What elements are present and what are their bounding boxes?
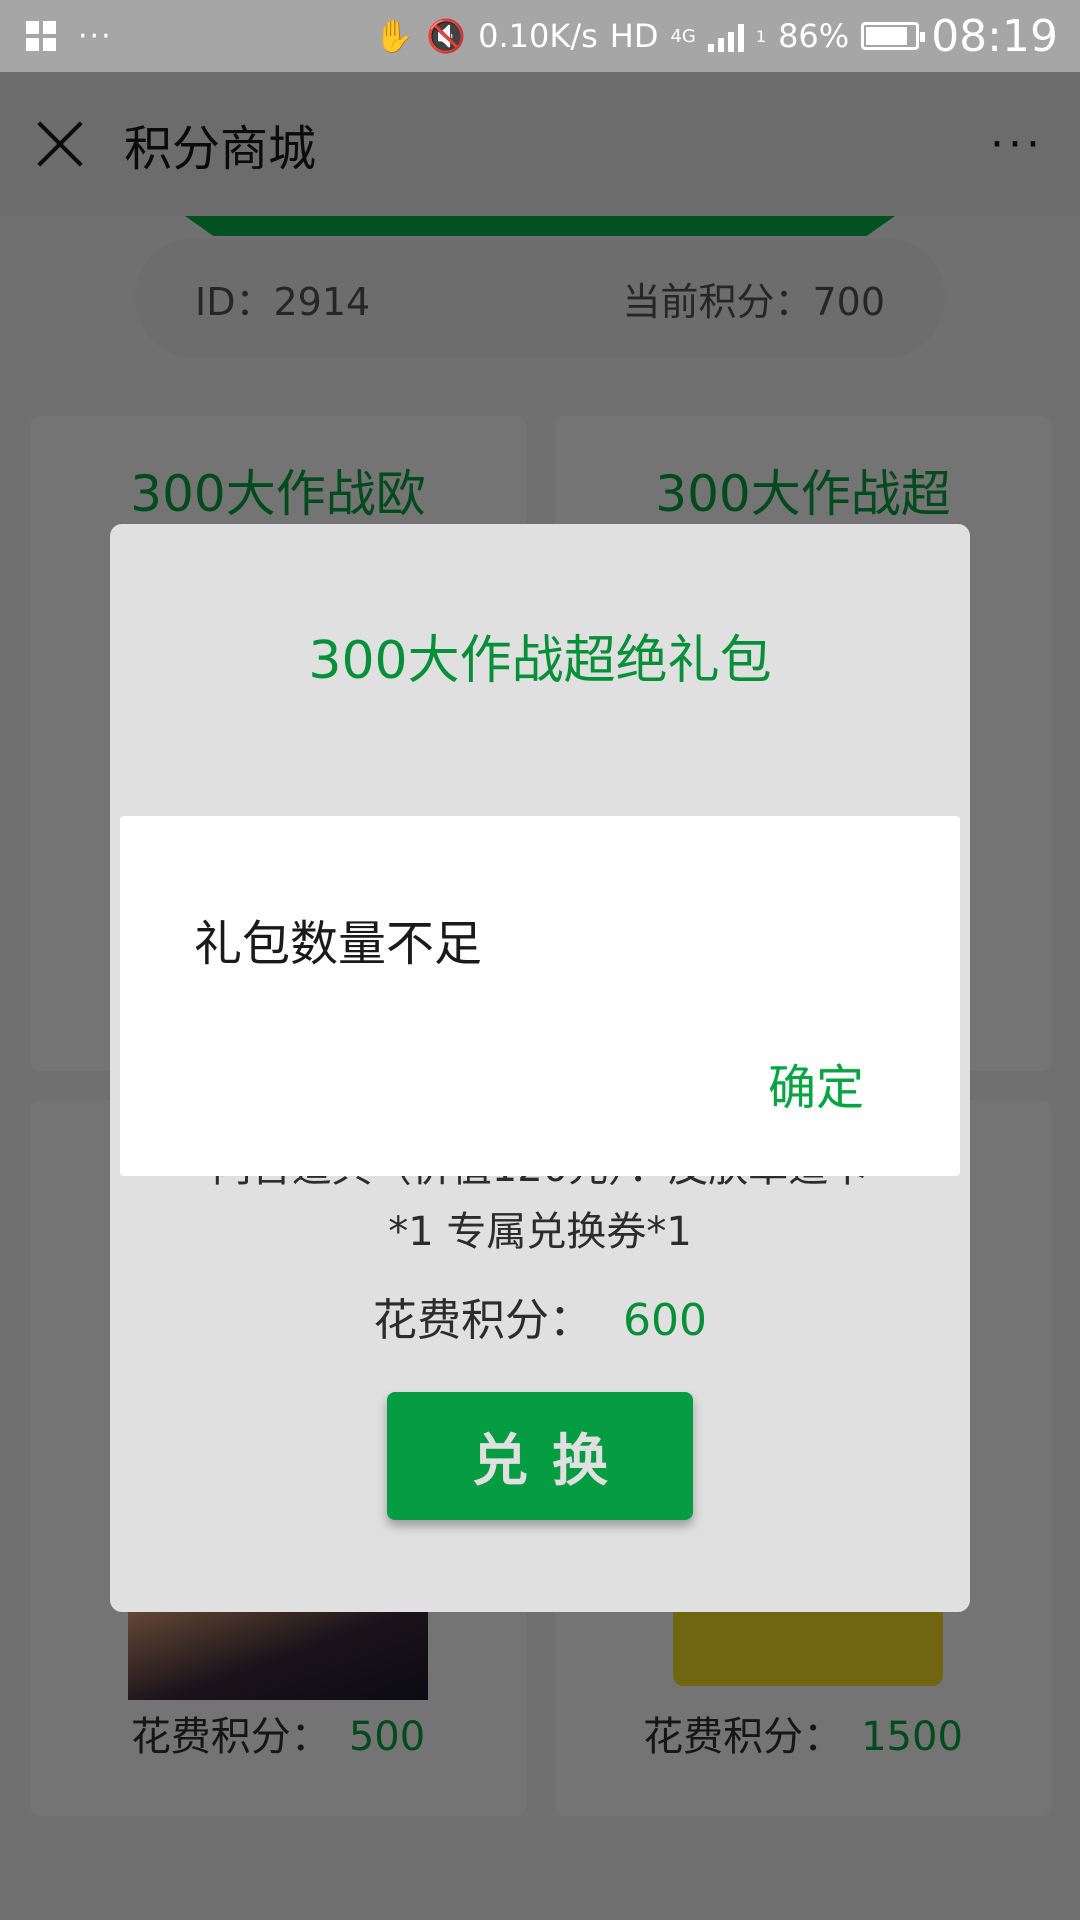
sim-slot: 1	[755, 26, 767, 46]
alert-message: 礼包数量不足	[194, 916, 483, 972]
gift-cost: 花费积分： 600	[110, 1284, 970, 1348]
status-bar: ··· ✋ 🔇 0.10K/s HD 4G 1 86% 08:19	[0, 0, 1080, 72]
hd-badge: HD	[609, 17, 659, 55]
gift-description-line: *1 专属兑换券*1	[388, 1209, 692, 1255]
alert-dialog: 礼包数量不足 确定	[120, 816, 960, 1176]
battery-icon	[861, 22, 926, 50]
signal-icon	[707, 20, 744, 52]
gift-cost-value: 600	[623, 1295, 707, 1346]
battery-percent: 86%	[778, 17, 850, 55]
clock: 08:19	[931, 10, 1058, 62]
notification-dots: ···	[78, 18, 113, 54]
gift-cost-label: 花费积分：	[373, 1295, 593, 1346]
confirm-button[interactable]: 确定	[768, 1048, 864, 1118]
exchange-button[interactable]: 兑换	[387, 1392, 693, 1520]
apps-icon	[26, 21, 56, 51]
network-speed: 0.10K/s	[478, 17, 598, 55]
hand-icon: ✋	[374, 17, 415, 55]
mute-icon: 🔇	[426, 17, 467, 55]
net-type: 4G	[670, 25, 696, 47]
gift-title: 300大作战超绝礼包	[308, 631, 772, 691]
